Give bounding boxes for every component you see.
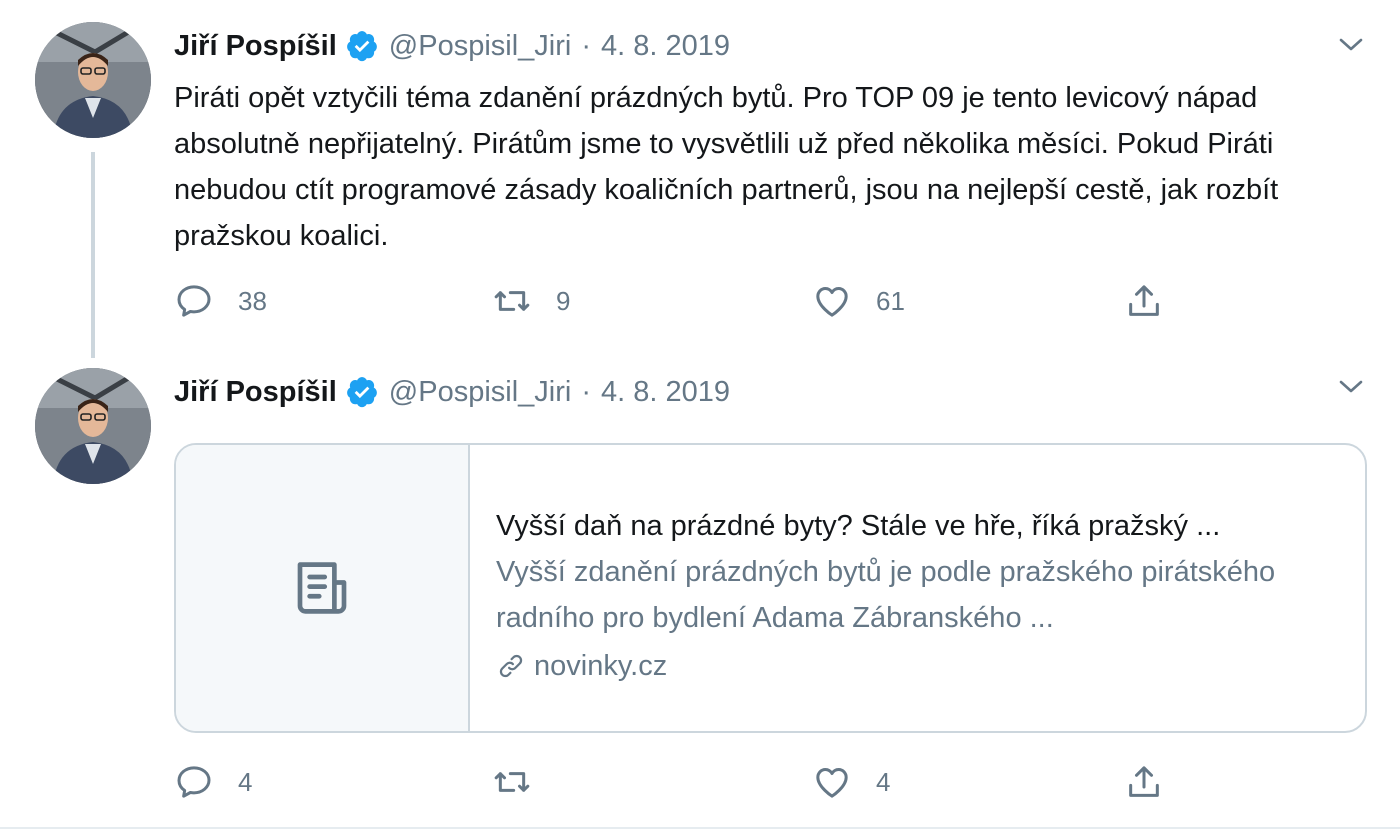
link-card[interactable]: Vyšší daň na prázdné byty? Stále ve hře,… — [174, 443, 1367, 733]
tweet-date[interactable]: 4. 8. 2019 — [601, 30, 730, 63]
card-title: Vyšší daň na prázdné byty? Stále ve hře,… — [496, 510, 1221, 542]
verified-badge-icon — [345, 375, 379, 409]
retweet-button[interactable]: 9 — [492, 277, 570, 325]
card-domain: novinky.cz — [496, 643, 1341, 689]
card-media — [176, 445, 470, 731]
tweet-header: Jiří Pospíšil @Pospisil_Jiri · 4. 8. 201… — [174, 26, 730, 66]
heart-icon — [816, 768, 848, 798]
retweet-icon — [494, 291, 530, 311]
reply-count: 4 — [238, 766, 253, 797]
tweet-actions: 38 9 61 — [174, 277, 1374, 325]
author-name[interactable]: Jiří Pospíšil — [174, 30, 337, 63]
card-description: Vyšší zdanění prázdných bytů je podle pr… — [496, 556, 1276, 634]
verified-badge-icon — [345, 29, 379, 63]
separator-dot: · — [581, 375, 592, 408]
reply-icon — [177, 285, 211, 317]
like-count: 4 — [876, 766, 891, 797]
share-icon — [1129, 285, 1159, 316]
tweet-header: Jiří Pospíšil @Pospisil_Jiri · 4. 8. 201… — [174, 372, 730, 412]
chevron-down-icon[interactable] — [1336, 30, 1366, 60]
reply-icon — [177, 766, 211, 798]
tweet-text: Piráti opět vztyčili téma zdanění prázdn… — [174, 82, 1279, 252]
avatar[interactable] — [35, 368, 151, 484]
share-button[interactable] — [1124, 277, 1188, 325]
card-body: Vyšší daň na prázdné byty? Stále ve hře,… — [470, 445, 1365, 731]
retweet-count: 9 — [556, 285, 571, 316]
chevron-down-icon[interactable] — [1336, 372, 1366, 402]
share-button[interactable] — [1124, 758, 1188, 806]
separator-dot: · — [581, 29, 592, 62]
reply-button[interactable]: 4 — [174, 758, 252, 806]
reply-count: 38 — [238, 285, 267, 316]
link-icon — [499, 654, 523, 678]
retweet-button[interactable] — [492, 758, 556, 806]
like-count: 61 — [876, 285, 905, 316]
tweet[interactable]: Jiří Pospíšil @Pospisil_Jiri · 4. 8. 201… — [0, 0, 1400, 358]
thread-line — [91, 152, 95, 358]
retweet-icon — [494, 772, 530, 792]
document-icon — [297, 562, 347, 614]
heart-icon — [816, 287, 848, 317]
tweet-actions: 4 4 — [174, 758, 1374, 806]
tweet-date[interactable]: 4. 8. 2019 — [601, 376, 730, 409]
like-button[interactable]: 61 — [812, 277, 905, 325]
author-handle[interactable]: @Pospisil_Jiri — [389, 376, 572, 409]
avatar[interactable] — [35, 22, 151, 138]
share-icon — [1129, 766, 1159, 797]
author-name[interactable]: Jiří Pospíšil — [174, 376, 337, 409]
like-button[interactable]: 4 — [812, 758, 890, 806]
tweet[interactable]: Jiří Pospíšil @Pospisil_Jiri · 4. 8. 201… — [0, 358, 1400, 829]
card-domain-text: novinky.cz — [534, 650, 668, 682]
author-handle[interactable]: @Pospisil_Jiri — [389, 30, 572, 63]
reply-button[interactable]: 38 — [174, 277, 267, 325]
